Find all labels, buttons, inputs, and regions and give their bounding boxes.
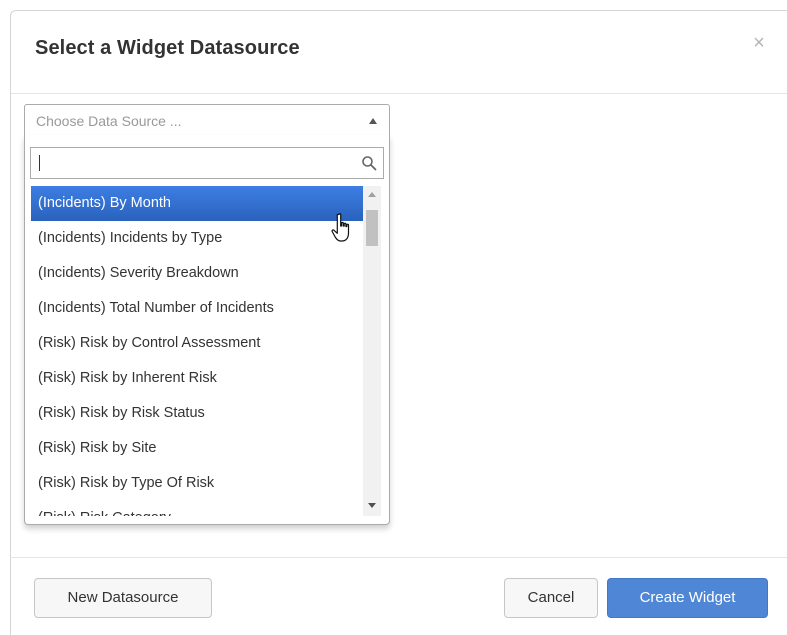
caret-up-icon	[369, 118, 377, 124]
datasource-option[interactable]: (Risk) Risk by Control Assessment	[31, 326, 363, 361]
datasource-option[interactable]: (Incidents) Incidents by Type	[31, 221, 363, 256]
modal-footer: New Datasource Cancel Create Widget	[10, 557, 787, 635]
datasource-option[interactable]: (Incidents) By Month	[31, 186, 363, 221]
results-list: (Incidents) By Month (Incidents) Incident…	[31, 186, 363, 516]
datasource-option[interactable]: (Risk) Risk by Inherent Risk	[31, 361, 363, 396]
search-icon	[362, 156, 377, 171]
datasource-select[interactable]: Choose Data Source ...	[24, 104, 390, 135]
search-input[interactable]	[31, 148, 351, 178]
datasource-option[interactable]: (Risk) Risk by Type Of Risk	[31, 466, 363, 501]
datasource-option[interactable]: (Risk) Risk by Site	[31, 431, 363, 466]
datasource-option[interactable]: (Risk) Risk by Risk Status	[31, 396, 363, 431]
datasource-option[interactable]: (Incidents) Total Number of Incidents	[31, 291, 363, 326]
search-field[interactable]	[30, 147, 384, 179]
datasource-dropdown: (Incidents) By Month (Incidents) Incident…	[24, 135, 390, 525]
results-scrollbar[interactable]	[363, 186, 381, 516]
text-caret	[39, 155, 40, 171]
cancel-button[interactable]: Cancel	[504, 578, 598, 618]
new-datasource-button[interactable]: New Datasource	[34, 578, 212, 618]
modal-title: Select a Widget Datasource	[35, 37, 300, 59]
scroll-thumb[interactable]	[366, 210, 378, 246]
select-placeholder: Choose Data Source ...	[36, 113, 182, 129]
modal-header: Select a Widget Datasource ×	[11, 11, 787, 94]
close-icon[interactable]: ×	[749, 33, 769, 53]
scroll-up-icon[interactable]	[368, 192, 376, 197]
scroll-down-icon[interactable]	[368, 503, 376, 508]
datasource-option[interactable]: (Risk) Risk Category	[31, 501, 363, 516]
datasource-option[interactable]: (Incidents) Severity Breakdown	[31, 256, 363, 291]
create-widget-button[interactable]: Create Widget	[607, 578, 768, 618]
